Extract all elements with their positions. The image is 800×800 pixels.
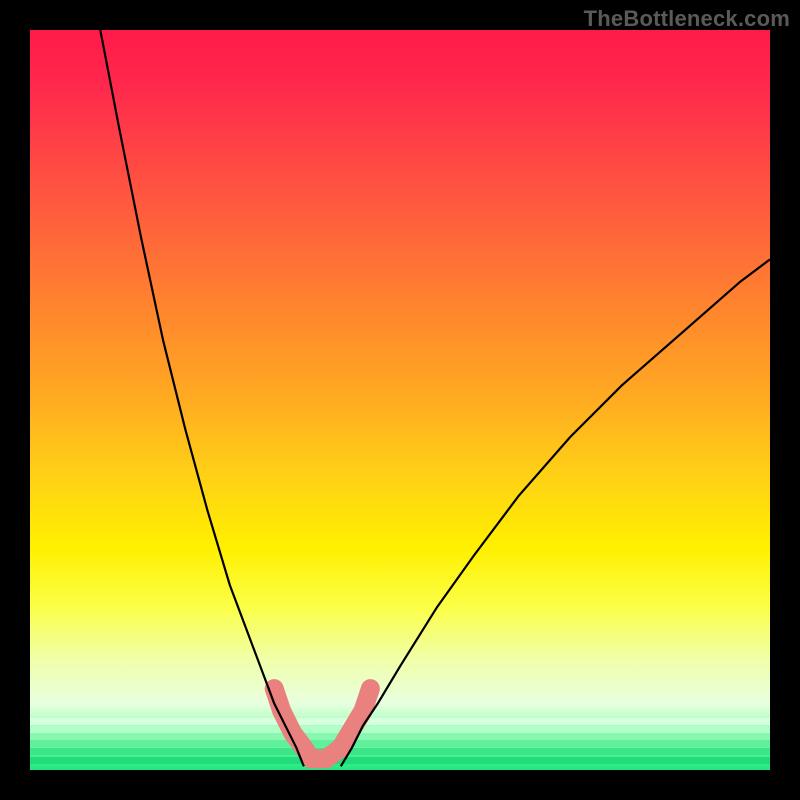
watermark-text: TheBottleneck.com (584, 6, 790, 32)
plot-area (30, 30, 770, 770)
outer-frame: TheBottleneck.com (0, 0, 800, 800)
left-curve (100, 30, 303, 766)
right-curve (341, 259, 770, 766)
valley-band (274, 689, 370, 759)
chart-svg (30, 30, 770, 770)
